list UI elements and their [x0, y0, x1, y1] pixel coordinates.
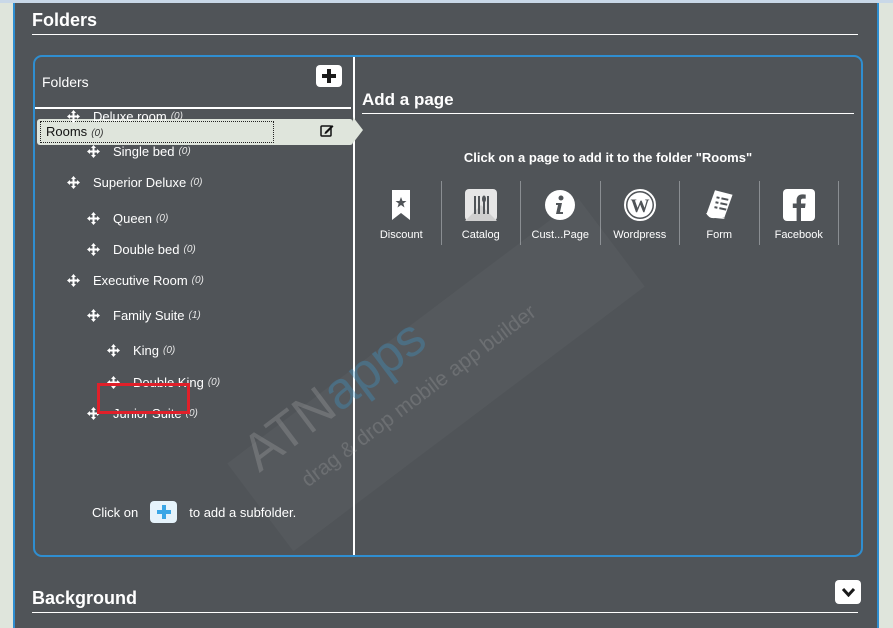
folder-name: Queen — [113, 211, 153, 226]
folder-item[interactable]: Superior Deluxe (0) — [67, 175, 202, 190]
hint-plus-icon — [150, 501, 178, 523]
move-icon[interactable] — [67, 110, 80, 123]
plus-icon — [322, 69, 336, 83]
folder-count: (0) — [207, 377, 221, 388]
move-icon[interactable] — [67, 274, 80, 287]
folder-name: Double bed — [113, 242, 180, 257]
page-tile-label: Facebook — [774, 229, 823, 241]
folder-count: (0) — [163, 345, 176, 356]
wordpress-icon: W — [623, 188, 656, 222]
folders-section-rule — [32, 34, 858, 35]
folder-name: Superior Deluxe — [93, 175, 187, 190]
move-icon[interactable] — [87, 145, 100, 158]
background-section-rule — [32, 612, 858, 613]
folder-count: (0) — [156, 213, 169, 224]
add-page-title: Add a page — [362, 90, 454, 109]
folder-count: (0) — [91, 128, 104, 139]
add-folder-button[interactable] — [316, 65, 342, 87]
folder-count: (0) — [190, 177, 203, 188]
page-tile-label: Cust...Page — [531, 229, 589, 241]
page-tile-facebook[interactable]: Facebook — [760, 181, 839, 245]
add-page-hint: Click on a page to add it to the folder … — [463, 150, 753, 165]
folder-name: Executive Room — [93, 273, 188, 288]
folder-item[interactable]: Deluxe room (0) — [67, 109, 183, 124]
svg-text:W: W — [630, 196, 649, 217]
page-tile-discount[interactable]: Discount — [362, 181, 442, 245]
folder-name: Deluxe room — [93, 109, 167, 124]
move-icon[interactable] — [87, 309, 100, 322]
folder-count: (0) — [183, 244, 196, 255]
folder-item[interactable]: Executive Room (0) — [67, 273, 204, 288]
folders-section-title: Folders — [32, 10, 98, 30]
move-icon[interactable] — [87, 243, 100, 256]
move-icon[interactable] — [87, 212, 100, 225]
background-expand-button[interactable] — [835, 580, 861, 604]
page-type-grid: Discount Catalog Cust...Page W Wordpress Form… — [362, 181, 839, 245]
folder-item[interactable]: Double bed (0) — [87, 242, 196, 257]
folders-pages-panel: Folders Rooms (0) Deluxe room (0) Single be… — [33, 55, 863, 557]
selected-folder-label: Rooms (0) — [46, 124, 103, 139]
page-tile-label: Wordpress — [613, 229, 667, 241]
page-tile-label: Catalog — [461, 229, 500, 241]
folder-item[interactable]: Queen (0) — [87, 211, 168, 226]
cutlery-icon — [464, 188, 497, 222]
chevron-down-icon — [841, 587, 855, 597]
folder-name: Single bed — [113, 144, 175, 159]
folder-name: King — [133, 343, 160, 358]
page-tile-form[interactable]: Form — [680, 181, 760, 245]
subfolder-hint: Click on to add a subfolder. — [92, 501, 296, 523]
hint-prefix: Click on — [92, 504, 139, 520]
folder-count: (0) — [191, 275, 204, 286]
folder-item[interactable]: King (0) — [107, 343, 175, 358]
selected-arrow — [353, 117, 363, 143]
highlight-box-king — [97, 383, 190, 414]
folder-count: (1) — [188, 310, 201, 321]
move-icon[interactable] — [107, 344, 120, 357]
info-icon — [545, 188, 576, 222]
folder-name: Rooms — [46, 124, 88, 139]
page-tile-label: Form — [706, 229, 733, 241]
folder-count: (0) — [170, 111, 183, 122]
form-scroll-icon — [703, 188, 735, 222]
folder-count: (0) — [178, 146, 191, 157]
pages-column: Add a page Click on a page to add it to … — [355, 57, 861, 555]
background-section-title: Background — [32, 588, 138, 608]
move-icon[interactable] — [67, 176, 80, 189]
folders-header: Folders — [42, 74, 89, 90]
page-tile-cust-page[interactable]: Cust...Page — [521, 181, 601, 245]
add-page-rule — [362, 113, 854, 114]
page-tile-catalog[interactable]: Catalog — [442, 181, 521, 245]
page-tile-label: Discount — [379, 229, 423, 241]
bookmark-star-icon — [392, 188, 411, 222]
edit-icon[interactable] — [320, 124, 334, 137]
folder-item[interactable]: Single bed (0) — [87, 144, 191, 159]
folders-column: Folders Rooms (0) Deluxe room (0) Single be… — [35, 57, 353, 555]
facebook-icon — [782, 188, 815, 222]
folder-item[interactable]: Family Suite (1) — [87, 308, 201, 323]
folder-name: Family Suite — [113, 308, 185, 323]
page-tile-wordpress[interactable]: W Wordpress — [601, 181, 680, 245]
hint-suffix: to add a subfolder. — [189, 504, 297, 520]
main-panel: Folders Folders Rooms (0) Deluxe room (0… — [13, 3, 879, 628]
